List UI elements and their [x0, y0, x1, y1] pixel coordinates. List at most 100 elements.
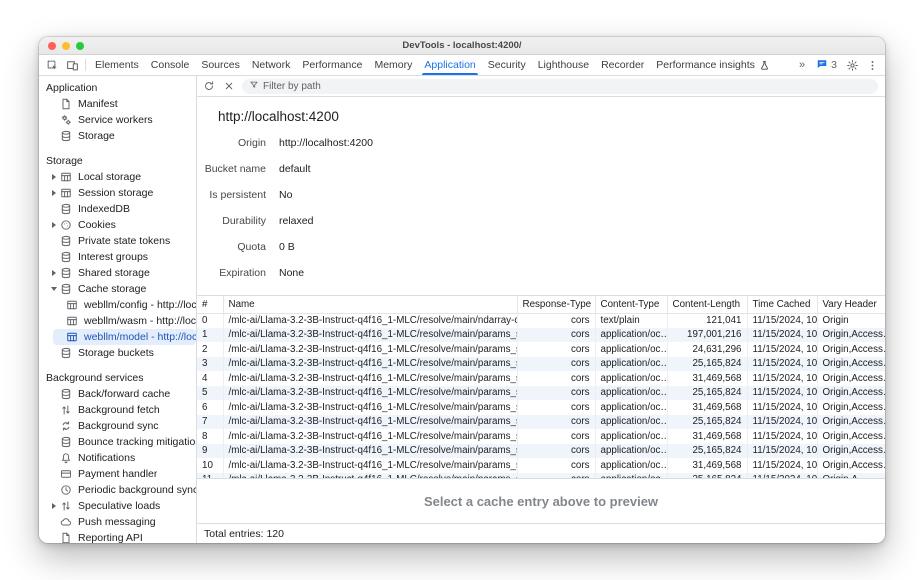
- tab-security[interactable]: Security: [482, 55, 532, 75]
- disclosure-right-icon[interactable]: [48, 190, 60, 196]
- tab-application[interactable]: Application: [418, 55, 481, 75]
- menu-icon[interactable]: [862, 59, 882, 72]
- sidebar-item-payment-handler[interactable]: Payment handler: [39, 466, 196, 482]
- flask-icon: [759, 60, 770, 71]
- cache-entry-row[interactable]: 7/mlc-ai/Llama-3.2-3B-Instruct-q4f16_1-M…: [197, 415, 885, 430]
- sidebar-item-storage[interactable]: Storage: [39, 128, 196, 144]
- sidebar-item-background-sync[interactable]: Background sync: [39, 418, 196, 434]
- meta-value: None: [279, 267, 304, 279]
- close-window-button[interactable]: [48, 42, 56, 50]
- sidebar-item-label: Local storage: [78, 171, 141, 183]
- cache-entry-row[interactable]: 9/mlc-ai/Llama-3.2-3B-Instruct-q4f16_1-M…: [197, 444, 885, 459]
- sidebar-item-label: Speculative loads: [78, 500, 160, 512]
- cell: Origin,Access…: [817, 444, 885, 459]
- cache-entry-row[interactable]: 5/mlc-ai/Llama-3.2-3B-Instruct-q4f16_1-M…: [197, 386, 885, 401]
- cell: 10: [197, 458, 223, 473]
- gears-icon: [60, 114, 72, 126]
- maximize-window-button[interactable]: [76, 42, 84, 50]
- disclosure-right-icon[interactable]: [48, 270, 60, 276]
- sidebar-item-push-messaging[interactable]: Push messaging: [39, 514, 196, 530]
- sidebar-item-background-fetch[interactable]: Background fetch: [39, 402, 196, 418]
- tab-elements[interactable]: Elements: [89, 55, 145, 75]
- sidebar-item-storage-buckets[interactable]: Storage buckets: [39, 345, 196, 361]
- sidebar-item-private-state-tokens[interactable]: Private state tokens: [39, 233, 196, 249]
- sidebar-item-back-forward-cache[interactable]: Back/forward cache: [39, 386, 196, 402]
- sidebar-item-label: Notifications: [78, 452, 135, 464]
- grid-icon: [66, 315, 78, 327]
- cache-entry-row[interactable]: 8/mlc-ai/Llama-3.2-3B-Instruct-q4f16_1-M…: [197, 429, 885, 444]
- filter-input[interactable]: Filter by path: [242, 79, 878, 94]
- cell: 2: [197, 342, 223, 357]
- tab-label: Application: [424, 59, 475, 71]
- sidebar-item-label: Payment handler: [78, 468, 157, 480]
- database-icon: [60, 203, 72, 215]
- cache-entry-row[interactable]: 1/mlc-ai/Llama-3.2-3B-Instruct-q4f16_1-M…: [197, 328, 885, 343]
- sidebar-item-cookies[interactable]: Cookies: [39, 217, 196, 233]
- meta-value: No: [279, 189, 292, 201]
- disclosure-right-icon[interactable]: [48, 222, 60, 228]
- sidebar-item-webllm-wasm-http-loca[interactable]: webllm/wasm - http://loca…: [39, 313, 196, 329]
- cache-entry-row[interactable]: 6/mlc-ai/Llama-3.2-3B-Instruct-q4f16_1-M…: [197, 400, 885, 415]
- sidebar-item-cache-storage[interactable]: Cache storage: [39, 281, 196, 297]
- meta-label: Origin: [197, 137, 266, 149]
- tab-console[interactable]: Console: [145, 55, 196, 75]
- sidebar-item-speculative-loads[interactable]: Speculative loads: [39, 498, 196, 514]
- tab-network[interactable]: Network: [246, 55, 297, 75]
- minimize-window-button[interactable]: [62, 42, 70, 50]
- column-header-vary-header[interactable]: Vary Header: [817, 296, 885, 313]
- column-header-content-length[interactable]: Content-Length: [667, 296, 747, 313]
- disclosure-right-icon[interactable]: [48, 503, 60, 509]
- cache-entry-row[interactable]: 4/mlc-ai/Llama-3.2-3B-Instruct-q4f16_1-M…: [197, 371, 885, 386]
- cell: application/oc…: [595, 458, 667, 473]
- clear-icon[interactable]: [222, 79, 236, 93]
- device-toolbar-icon[interactable]: [62, 55, 82, 75]
- column-header-[interactable]: #: [197, 296, 223, 313]
- meta-value: 0 B: [279, 241, 295, 253]
- disclosure-right-icon[interactable]: [48, 174, 60, 180]
- cache-entries-table: #NameResponse-TypeContent-TypeContent-Le…: [197, 295, 885, 479]
- sidebar-item-manifest[interactable]: Manifest: [39, 96, 196, 112]
- column-header-time-cached[interactable]: Time Cached: [747, 296, 817, 313]
- column-header-content-type[interactable]: Content-Type: [595, 296, 667, 313]
- tab-memory[interactable]: Memory: [368, 55, 418, 75]
- cell: 31,469,568: [667, 371, 747, 386]
- sidebar-item-bounce-tracking-mitigations[interactable]: Bounce tracking mitigations: [39, 434, 196, 450]
- cache-entry-row[interactable]: 2/mlc-ai/Llama-3.2-3B-Instruct-q4f16_1-M…: [197, 342, 885, 357]
- sidebar-item-local-storage[interactable]: Local storage: [39, 169, 196, 185]
- inspect-element-icon[interactable]: [42, 55, 62, 75]
- sidebar-item-session-storage[interactable]: Session storage: [39, 185, 196, 201]
- cache-entry-row[interactable]: 10/mlc-ai/Llama-3.2-3B-Instruct-q4f16_1-…: [197, 458, 885, 473]
- cell: /mlc-ai/Llama-3.2-3B-Instruct-q4f16_1-ML…: [223, 444, 517, 459]
- sidebar-item-indexeddb[interactable]: IndexedDB: [39, 201, 196, 217]
- cell: /mlc-ai/Llama-3.2-3B-Instruct-q4f16_1-ML…: [223, 313, 517, 328]
- tab-sources[interactable]: Sources: [195, 55, 246, 75]
- sidebar-item-shared-storage[interactable]: Shared storage: [39, 265, 196, 281]
- sidebar-item-service-workers[interactable]: Service workers: [39, 112, 196, 128]
- sidebar-item-reporting-api[interactable]: Reporting API: [39, 530, 196, 543]
- sidebar-item-interest-groups[interactable]: Interest groups: [39, 249, 196, 265]
- cell: application/oc…: [595, 371, 667, 386]
- cell: 25,165,824: [667, 357, 747, 372]
- sidebar-item-webllm-model-http-loc[interactable]: webllm/model - http://loc…: [53, 329, 196, 345]
- tab-performance[interactable]: Performance: [296, 55, 368, 75]
- tab-lighthouse[interactable]: Lighthouse: [532, 55, 595, 75]
- issues-button[interactable]: 3: [811, 58, 842, 73]
- column-header-name[interactable]: Name: [223, 296, 517, 313]
- settings-icon[interactable]: [842, 59, 862, 72]
- cloud-icon: [60, 516, 72, 528]
- cache-entry-row[interactable]: 3/mlc-ai/Llama-3.2-3B-Instruct-q4f16_1-M…: [197, 357, 885, 372]
- more-tabs-button[interactable]: »: [794, 59, 811, 71]
- sidebar-item-periodic-background-sync[interactable]: Periodic background sync: [39, 482, 196, 498]
- column-header-response-type[interactable]: Response-Type: [517, 296, 595, 313]
- database-icon: [60, 130, 72, 142]
- refresh-icon[interactable]: [202, 79, 216, 93]
- cache-entry-row[interactable]: 0/mlc-ai/Llama-3.2-3B-Instruct-q4f16_1-M…: [197, 313, 885, 328]
- tab-performance-insights[interactable]: Performance insights: [650, 55, 776, 75]
- disclosure-down-icon[interactable]: [48, 287, 60, 291]
- sidebar-item-notifications[interactable]: Notifications: [39, 450, 196, 466]
- sidebar-item-label: Cookies: [78, 219, 116, 231]
- cell: 11/15/2024, 10…: [747, 313, 817, 328]
- tab-recorder[interactable]: Recorder: [595, 55, 650, 75]
- sidebar-item-webllm-config-http-loc[interactable]: webllm/config - http://loc…: [39, 297, 196, 313]
- cell: application/oc…: [595, 386, 667, 401]
